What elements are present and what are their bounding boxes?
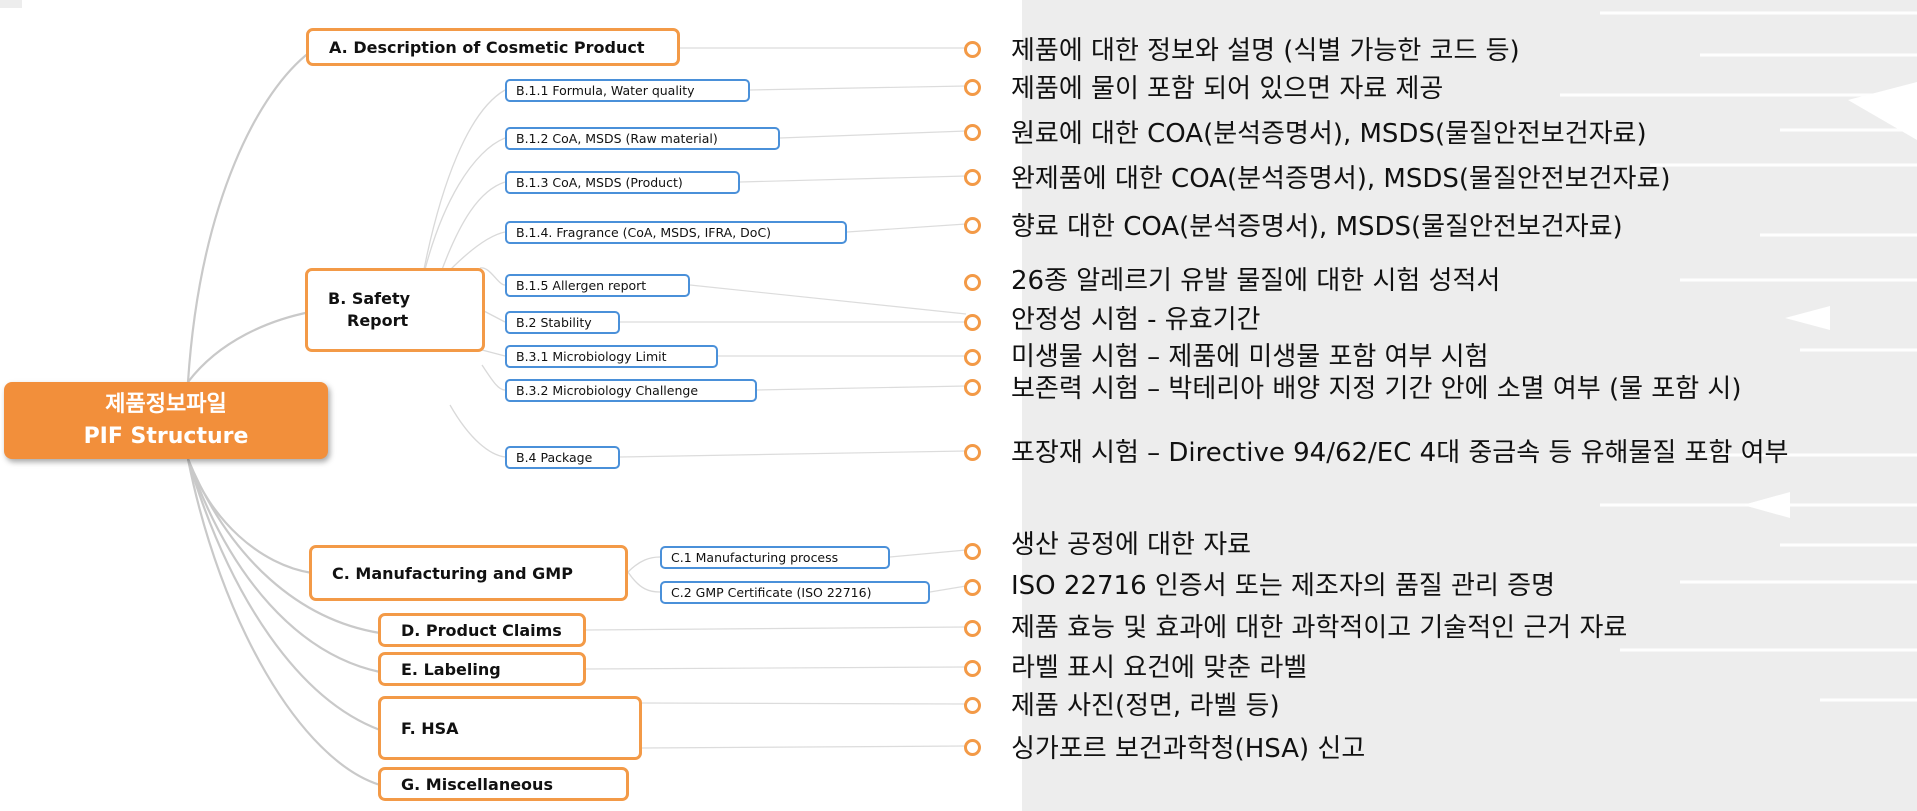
- connector-dot-4: [964, 169, 981, 186]
- connector-dot-16: [964, 739, 981, 756]
- subitem-b15: B.1.5 Allergen report: [505, 274, 690, 297]
- connector-dot-14: [964, 660, 981, 677]
- mindmap-diagram: 제품정보파일 PIF Structure A. Description of C…: [0, 0, 1917, 811]
- section-b-box: B. Safety Report: [305, 268, 485, 352]
- description-b15: 26종 알레르기 유발 물질에 대한 시험 성적서: [1011, 266, 1501, 296]
- connector-dot-10: [964, 444, 981, 461]
- section-e-label: E. Labeling: [401, 659, 501, 679]
- section-c-label: C. Manufacturing and GMP: [332, 563, 573, 583]
- section-a-box: A. Description of Cosmetic Product: [306, 28, 680, 66]
- section-d-label: D. Product Claims: [401, 620, 562, 640]
- subitem-b12: B.1.2 CoA, MSDS (Raw material): [505, 127, 780, 150]
- description-b2: 안정성 시험 - 유효기간: [1011, 305, 1261, 335]
- root-title-korean: 제품정보파일: [105, 391, 227, 417]
- section-g-label: G. Miscellaneous: [401, 774, 553, 794]
- section-d-box: D. Product Claims: [378, 613, 586, 647]
- connector-dot-3: [964, 124, 981, 141]
- subitem-b13: B.1.3 CoA, MSDS (Product): [505, 171, 740, 194]
- connector-dot-6: [964, 274, 981, 291]
- description-e: 라벨 표시 요건에 맞춘 라벨: [1011, 653, 1308, 683]
- description-c2: ISO 22716 인증서 또는 제조자의 품질 관리 증명: [1011, 571, 1555, 601]
- connector-dot-12: [964, 579, 981, 596]
- description-b31: 미생물 시험 – 제품에 미생물 포함 여부 시험: [1011, 342, 1489, 372]
- subitem-b11: B.1.1 Formula, Water quality: [505, 79, 750, 102]
- root-title-english: PIF Structure: [83, 423, 249, 449]
- description-f2: 싱가포르 보건과학청(HSA) 신고: [1011, 734, 1366, 764]
- connector-dot-15: [964, 697, 981, 714]
- connector-dot-8: [964, 349, 981, 366]
- description-b12: 원료에 대한 COA(분석증명서), MSDS(물질안전보건자료): [1011, 119, 1647, 149]
- connector-dot-7: [964, 314, 981, 331]
- subitem-c1: C.1 Manufacturing process: [660, 546, 890, 569]
- connector-dot-1: [964, 41, 981, 58]
- section-f-box: F. HSA: [378, 696, 642, 760]
- section-a-label: A. Description of Cosmetic Product: [329, 37, 645, 57]
- description-b11: 제품에 물이 포함 되어 있으면 자료 제공: [1011, 74, 1444, 104]
- description-f1: 제품 사진(정면, 라벨 등): [1011, 691, 1280, 721]
- description-c1: 생산 공정에 대한 자료: [1011, 530, 1252, 560]
- subitem-b32: B.3.2 Microbiology Challenge: [505, 379, 757, 402]
- description-b4: 포장재 시험 – Directive 94/62/EC 4대 중금속 등 유해물…: [1011, 438, 1789, 468]
- subitem-b31: B.3.1 Microbiology Limit: [505, 345, 718, 368]
- connector-dot-9: [964, 379, 981, 396]
- description-a: 제품에 대한 정보와 설명 (식별 가능한 코드 등): [1011, 36, 1520, 66]
- description-b32: 보존력 시험 – 박테리아 배양 지정 기간 안에 소멸 여부 (물 포함 시): [1011, 374, 1742, 404]
- description-b13: 완제품에 대한 COA(분석증명서), MSDS(물질안전보건자료): [1011, 164, 1671, 194]
- section-b-label-line2: Report: [347, 311, 409, 330]
- subitem-b14: B.1.4. Fragrance (CoA, MSDS, IFRA, DoC): [505, 221, 847, 244]
- description-b14: 향료 대한 COA(분석증명서), MSDS(물질안전보건자료): [1011, 212, 1623, 242]
- section-c-box: C. Manufacturing and GMP: [309, 545, 628, 601]
- connector-dot-2: [964, 79, 981, 96]
- section-e-box: E. Labeling: [378, 652, 586, 686]
- connector-dot-5: [964, 217, 981, 234]
- connector-dot-13: [964, 620, 981, 637]
- connector-dot-11: [964, 543, 981, 560]
- section-f-label: F. HSA: [401, 718, 459, 738]
- description-d: 제품 효능 및 효과에 대한 과학적이고 기술적인 근거 자료: [1011, 613, 1628, 643]
- subitem-c2: C.2 GMP Certificate (ISO 22716): [660, 581, 930, 604]
- section-b-label-line1: B. Safety: [328, 289, 411, 308]
- subitem-b2: B.2 Stability: [505, 311, 620, 334]
- subitem-b4: B.4 Package: [505, 446, 620, 469]
- root-node: 제품정보파일 PIF Structure: [4, 382, 328, 459]
- section-g-box: G. Miscellaneous: [378, 767, 629, 801]
